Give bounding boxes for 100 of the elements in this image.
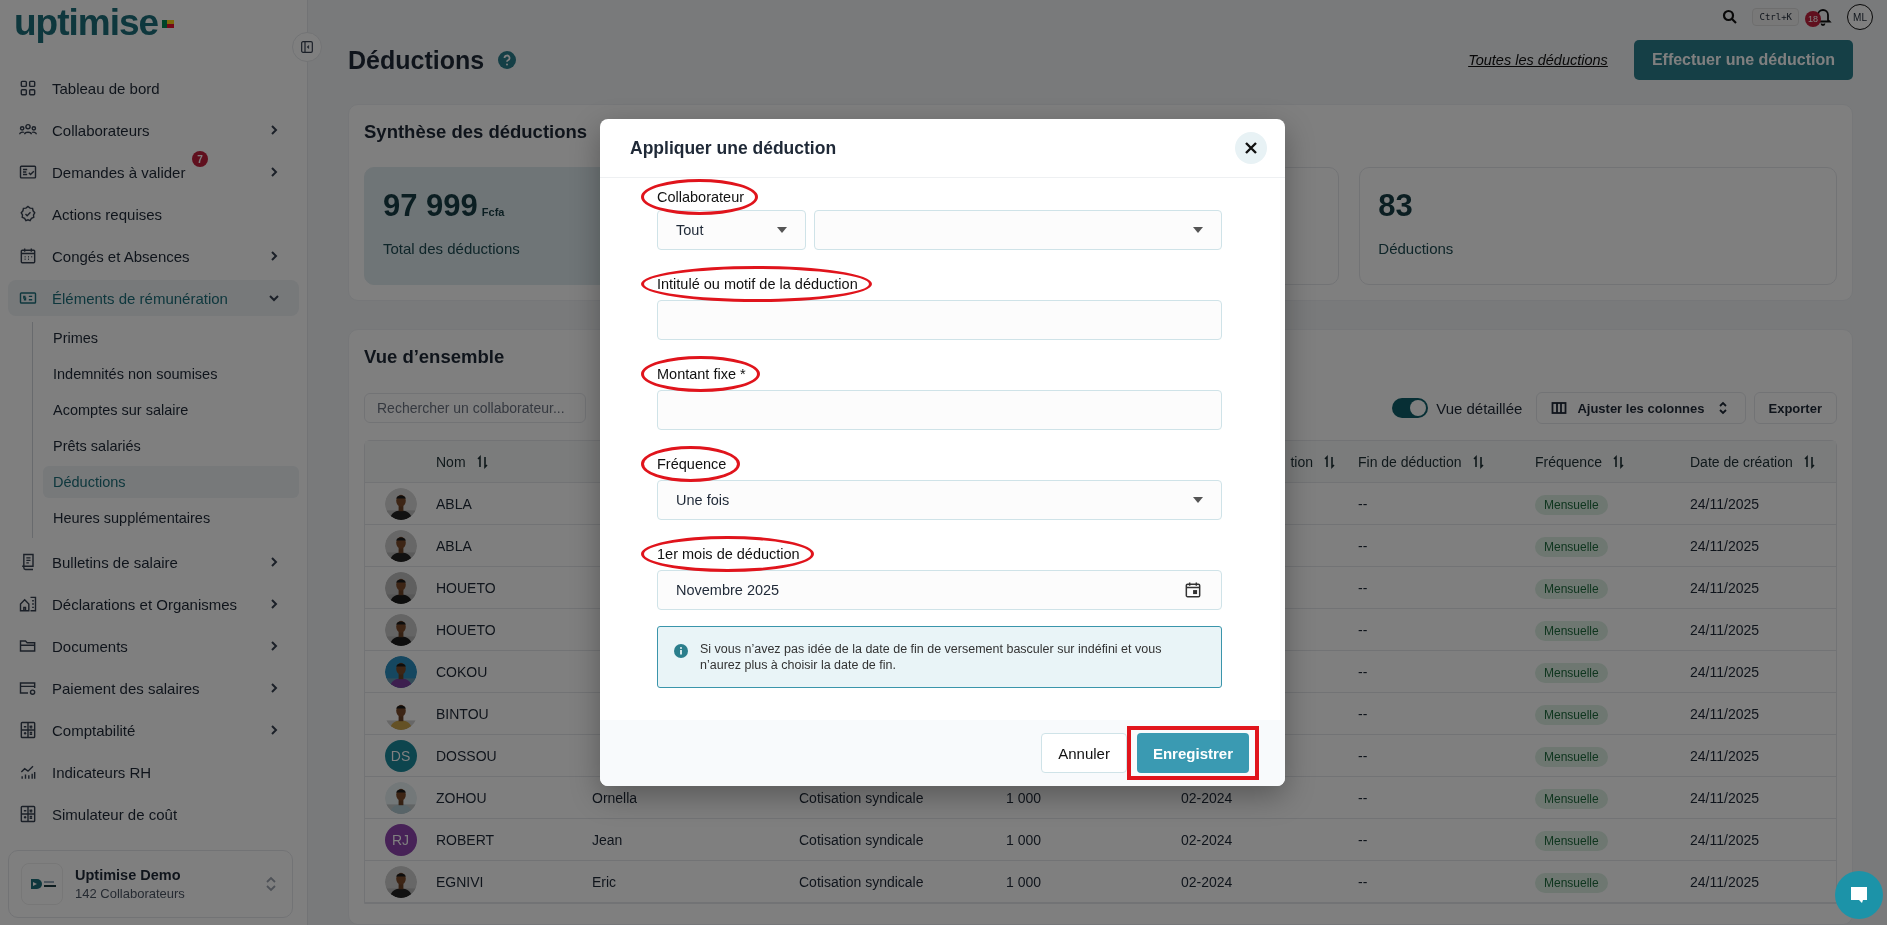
organization-logo-icon — [21, 863, 63, 905]
sidebar-item[interactable]: Simulateur de coût — [8, 796, 299, 832]
table-cell: 24/11/2025 — [1690, 705, 1760, 722]
table-cell: Cotisation syndicale — [799, 831, 924, 848]
table-cell: 1 000 — [1006, 831, 1042, 848]
sort-icon[interactable] — [1802, 454, 1816, 469]
select-field[interactable]: Une fois — [657, 480, 1222, 520]
sidebar-subitem[interactable]: Déductions — [43, 466, 299, 498]
text-field[interactable] — [657, 300, 1222, 340]
caret-icon — [1193, 497, 1203, 503]
user-avatar: RJ — [384, 823, 417, 856]
export-button[interactable]: Exporter — [1753, 392, 1837, 424]
sidebar-panel-icon — [299, 39, 315, 55]
toggle-label: Vue détaillée — [1436, 399, 1523, 417]
sidebar-subitem[interactable]: Primes — [43, 322, 299, 354]
toggle-switch[interactable] — [1392, 398, 1429, 418]
column-header[interactable]: tion — [1290, 453, 1313, 470]
select-field[interactable]: Tout — [657, 210, 806, 250]
table-cell: 02-2024 — [1181, 831, 1233, 848]
page-title: Déductions — [348, 45, 485, 75]
sidebar-subitem[interactable]: Heures supplémentaires — [43, 502, 299, 534]
building-icon — [18, 594, 38, 614]
column-header[interactable]: Date de création — [1690, 453, 1793, 470]
save-button[interactable]: Enregistrer — [1136, 733, 1249, 773]
search-button[interactable] — [1722, 9, 1739, 25]
user-avatar[interactable]: ML — [1847, 4, 1873, 30]
info-icon — [674, 644, 688, 658]
table-cell: -- — [1358, 495, 1368, 512]
column-header[interactable]: Fréquence — [1535, 453, 1602, 470]
sidebar-subitem[interactable]: Prêts salariés — [43, 430, 299, 462]
cancel-button[interactable]: Annuler — [1041, 733, 1127, 773]
user-avatar: DS — [384, 739, 417, 772]
table-cell: DOSSOU — [436, 747, 497, 764]
frequency-badge: Mensuelle — [1535, 494, 1608, 515]
table-cell: EGNIVI — [436, 873, 484, 890]
sort-icon[interactable] — [1471, 454, 1485, 469]
table-cell: ABLA — [436, 495, 472, 512]
sidebar-item[interactable]: Actions requises — [8, 196, 299, 232]
sidebar-item[interactable]: Comptabilité — [8, 712, 299, 748]
apply-deduction-button[interactable]: Effectuer une déduction — [1633, 40, 1853, 80]
sidebar-toggle-button[interactable] — [292, 32, 322, 62]
chat-button[interactable] — [1835, 871, 1883, 919]
sidebar-item[interactable]: Congés et Absences — [8, 238, 299, 274]
text-field[interactable] — [657, 390, 1222, 430]
sort-icon[interactable] — [475, 454, 489, 469]
sidebar-item[interactable]: Indicateurs RH — [8, 754, 299, 790]
table-cell: ABLA — [436, 537, 472, 554]
field-label: Intitulé ou motif de la déduction — [657, 276, 858, 292]
organization-switcher[interactable]: Uptimise Demo 142 Collaborateurs — [8, 850, 293, 918]
caret-icon — [1193, 227, 1203, 233]
sidebar-item[interactable]: Collaborateurs — [8, 112, 299, 148]
column-header[interactable]: Nom — [436, 453, 466, 470]
table-cell: 24/11/2025 — [1690, 621, 1760, 638]
table-cell: HOUETO — [436, 621, 496, 638]
sidebar-item[interactable]: Bulletins de salaire — [8, 544, 299, 580]
notification-badge: 18 — [1805, 11, 1821, 27]
date-field[interactable]: Novembre 2025 — [657, 570, 1222, 610]
field-label: 1er mois de déduction — [657, 546, 800, 562]
help-icon[interactable] — [498, 51, 517, 69]
columns-icon — [1551, 400, 1568, 416]
table-cell: 1 000 — [1006, 789, 1042, 806]
sidebar-subitem[interactable]: Indemnités non soumises — [43, 358, 299, 390]
column-header[interactable]: Fin de déduction — [1358, 453, 1462, 470]
stat-unit: Fcfa — [481, 206, 505, 218]
close-button[interactable] — [1235, 132, 1267, 164]
table-cell: 24/11/2025 — [1690, 873, 1760, 890]
table-cell: 1 000 — [1006, 873, 1042, 890]
stat-value: 83 — [1378, 188, 1413, 223]
table-cell: 24/11/2025 — [1690, 831, 1760, 848]
info-text: Si vous n’avez pas idée de la date de fin de versement basculer sur indéfini et vous n’aurez plus à choisir la date de fin. — [700, 641, 1163, 673]
table-cell: -- — [1358, 873, 1368, 890]
table-cell: 24/11/2025 — [1690, 579, 1760, 596]
badge-check-icon — [18, 204, 38, 224]
checklist-icon — [18, 162, 38, 182]
sidebar-item[interactable]: Documents — [8, 628, 299, 664]
sidebar-item[interactable]: Éléments de rémunération — [8, 280, 299, 316]
count-badge: 7 — [192, 151, 208, 167]
section-title: Vue d’ensemble — [364, 346, 506, 368]
sidebar-subitem[interactable]: Acomptes sur salaire — [43, 394, 299, 426]
field-label: Collaborateur — [657, 189, 745, 205]
search-field[interactable]: Rechercher un collaborateur... — [364, 393, 586, 423]
frequency-badge: Mensuelle — [1535, 872, 1608, 893]
select-field[interactable] — [814, 210, 1222, 250]
flag-icon — [162, 20, 175, 28]
sidebar-item[interactable]: Paiement des salaires — [8, 670, 299, 706]
sidebar-item[interactable]: Tableau de bord — [8, 70, 299, 106]
stat-value: 97 999 — [383, 188, 478, 223]
sidebar-item[interactable]: Déclarations et Organismes — [8, 586, 299, 622]
stat-label: Déductions — [1378, 240, 1455, 257]
sort-icon[interactable] — [1323, 454, 1336, 469]
sidebar-item[interactable]: Demandes à valider 7 — [8, 154, 299, 190]
close-icon — [1243, 140, 1259, 156]
frequency-badge: Mensuelle — [1535, 704, 1608, 725]
table-cell: ROBERT — [436, 831, 495, 848]
adjust-columns-button[interactable]: Ajuster les colonnes — [1536, 392, 1746, 424]
dialog-title: Appliquer une déduction — [630, 137, 837, 159]
table-cell: BINTOU — [436, 705, 489, 722]
sort-icon[interactable] — [1611, 454, 1625, 469]
table-cell: 24/11/2025 — [1690, 495, 1760, 512]
all-deductions-link[interactable]: Toutes les déductions — [1468, 52, 1608, 68]
